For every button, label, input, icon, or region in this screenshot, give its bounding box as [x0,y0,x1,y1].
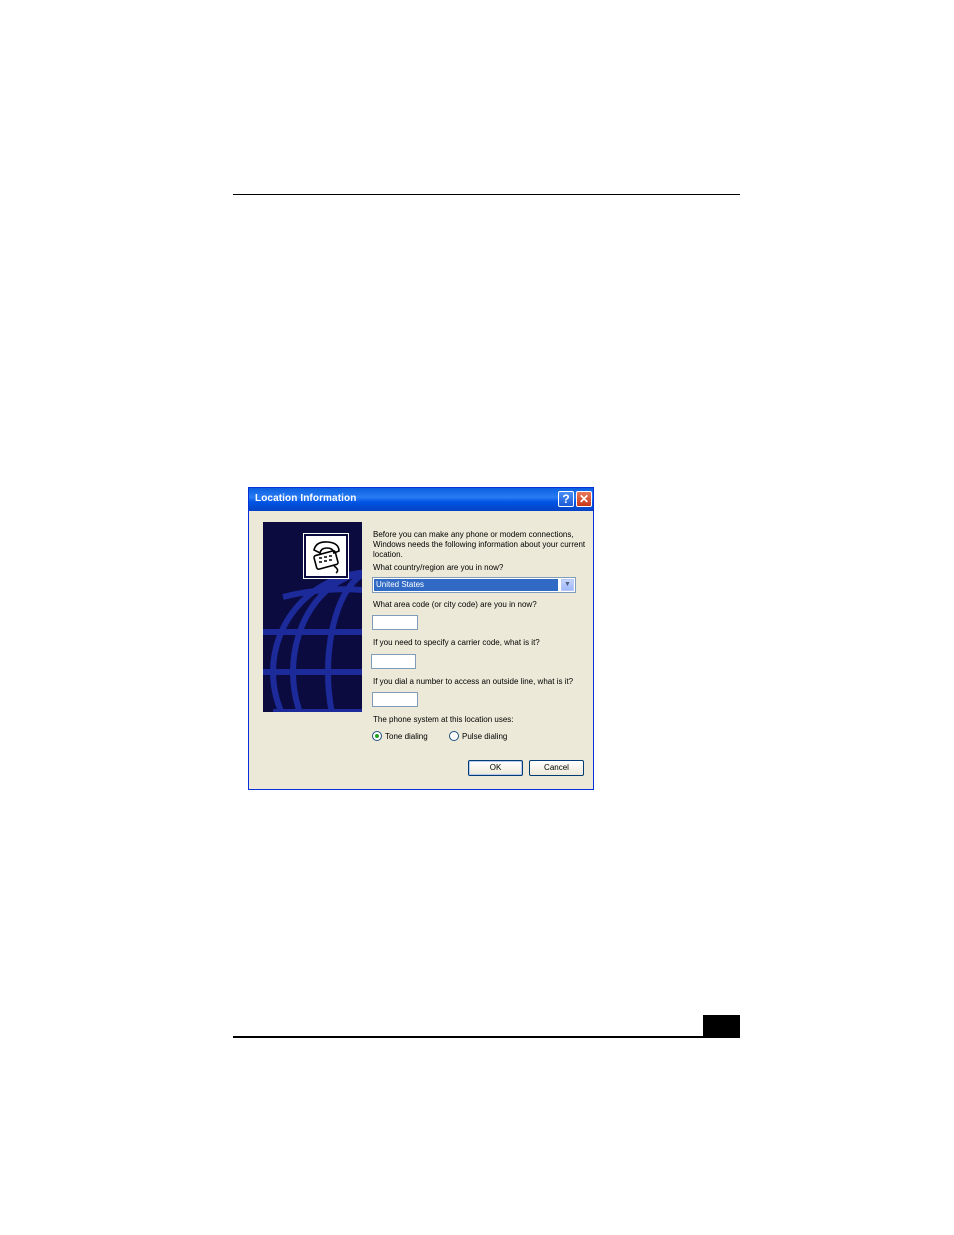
country-select[interactable]: United States ▼ [372,577,576,593]
carrier-code-input[interactable] [371,654,416,669]
footer-rule [233,1036,740,1038]
phone-system-label: The phone system at this location uses: [373,715,514,724]
cancel-button[interactable]: Cancel [529,760,584,776]
close-button[interactable]: ✕ [576,491,592,507]
tone-dialing-radio[interactable] [372,731,382,741]
header-rule [233,194,740,195]
side-banner-image [263,522,362,712]
outside-line-label: If you dial a number to access an outsid… [373,677,574,686]
dialog-title: Location Information [255,493,357,504]
telephone-icon [303,533,349,579]
pulse-dialing-label[interactable]: Pulse dialing [462,732,507,742]
ok-button[interactable]: OK [468,760,523,776]
outside-line-input[interactable] [372,692,418,707]
pulse-dialing-radio[interactable] [449,731,459,741]
chevron-down-icon[interactable]: ▼ [561,579,574,591]
tone-dialing-label[interactable]: Tone dialing [385,732,428,742]
location-information-dialog: Location Information ? ✕ Before you can … [248,487,594,790]
title-bar[interactable]: Location Information ? ✕ [249,488,593,511]
area-code-input[interactable] [372,615,418,630]
country-label: What country/region are you in now? [373,563,504,572]
close-icon: ✕ [578,492,590,506]
help-button[interactable]: ? [558,491,574,507]
area-code-label: What area code (or city code) are you in… [373,600,537,609]
intro-text: Before you can make any phone or modem c… [373,530,586,559]
question-mark-icon: ? [562,492,570,506]
page-number-tab [703,1015,740,1037]
country-select-value: United States [374,579,558,591]
carrier-code-label: If you need to specify a carrier code, w… [373,638,540,647]
